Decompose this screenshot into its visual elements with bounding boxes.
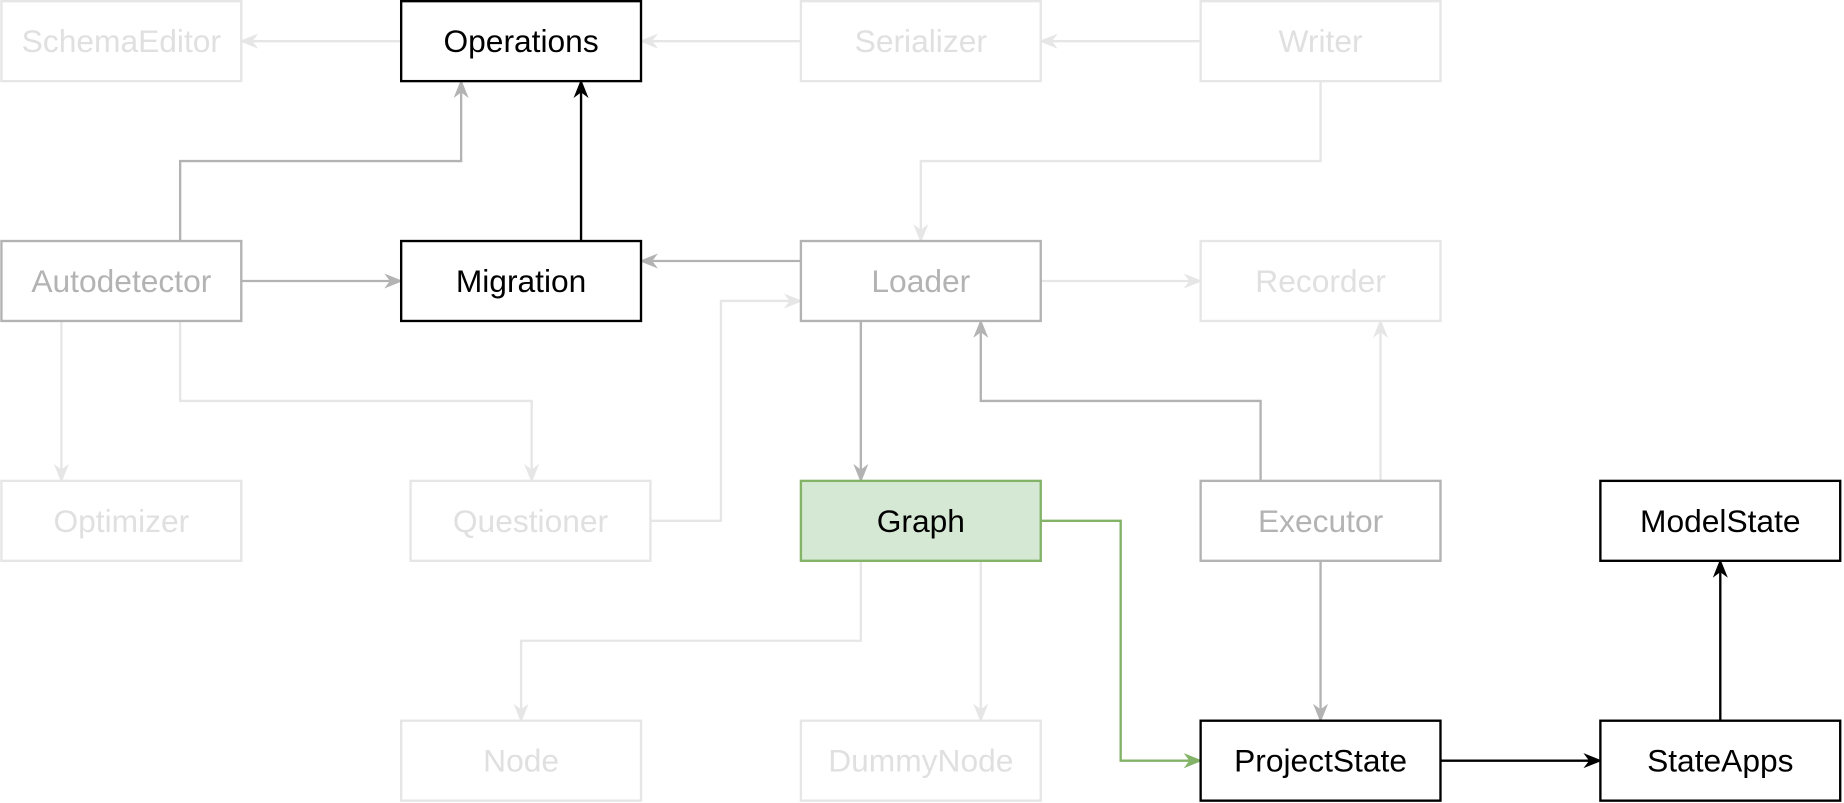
- node-label: Recorder: [1255, 263, 1386, 299]
- edge-graph-to-projectstate: [1040, 519, 1203, 769]
- node-schemaeditor[interactable]: SchemaEditor: [0, 0, 243, 83]
- node-label: ModelState: [1640, 503, 1801, 539]
- node-label: Optimizer: [53, 503, 189, 539]
- node-optimizer[interactable]: Optimizer: [0, 479, 243, 562]
- node-label: Migration: [456, 263, 587, 299]
- node-dummynode[interactable]: DummyNode: [799, 719, 1042, 802]
- node-modelstate[interactable]: ModelState: [1599, 479, 1842, 562]
- node-label: Executor: [1258, 503, 1384, 539]
- dependency-diagram: SchemaEditor Operations Serializer Writer Au…: [0, 0, 1842, 802]
- node-label: Autodetector: [31, 263, 211, 299]
- edge-autodetector-to-operations: [178, 79, 469, 242]
- node-loader[interactable]: Loader: [799, 239, 1042, 323]
- node-stateapps[interactable]: StateApps: [1599, 719, 1842, 802]
- node-graph[interactable]: Graph: [799, 479, 1042, 562]
- node-label: Serializer: [855, 23, 988, 59]
- edge-graph-to-node: [513, 560, 863, 723]
- node-recorder[interactable]: Recorder: [1199, 239, 1442, 323]
- node-label: Loader: [871, 263, 970, 299]
- node-executor[interactable]: Executor: [1199, 479, 1442, 562]
- node-label: Node: [483, 743, 559, 779]
- edges: [53, 33, 1728, 769]
- edge-questioner-to-loader: [650, 293, 803, 523]
- node-autodetector[interactable]: Autodetector: [0, 239, 243, 323]
- node-serializer[interactable]: Serializer: [799, 0, 1042, 83]
- edge-writer-to-loader: [913, 81, 1322, 243]
- edge-autodetector-to-questioner: [178, 320, 540, 483]
- node-label: Writer: [1279, 23, 1363, 59]
- node-label: DummyNode: [828, 743, 1013, 779]
- node-writer[interactable]: Writer: [1199, 0, 1442, 83]
- node-label: ProjectState: [1234, 743, 1407, 779]
- node-label: Operations: [443, 23, 598, 59]
- node-node[interactable]: Node: [399, 719, 643, 802]
- edge-executor-to-loader: [973, 319, 1262, 481]
- node-label: SchemaEditor: [22, 23, 222, 59]
- node-migration[interactable]: Migration: [399, 239, 643, 323]
- node-questioner[interactable]: Questioner: [409, 479, 652, 562]
- node-operations[interactable]: Operations: [399, 0, 643, 83]
- node-label: Questioner: [453, 503, 609, 539]
- node-label: Graph: [877, 503, 965, 539]
- node-label: StateApps: [1647, 743, 1793, 779]
- node-projectstate[interactable]: ProjectState: [1199, 719, 1442, 802]
